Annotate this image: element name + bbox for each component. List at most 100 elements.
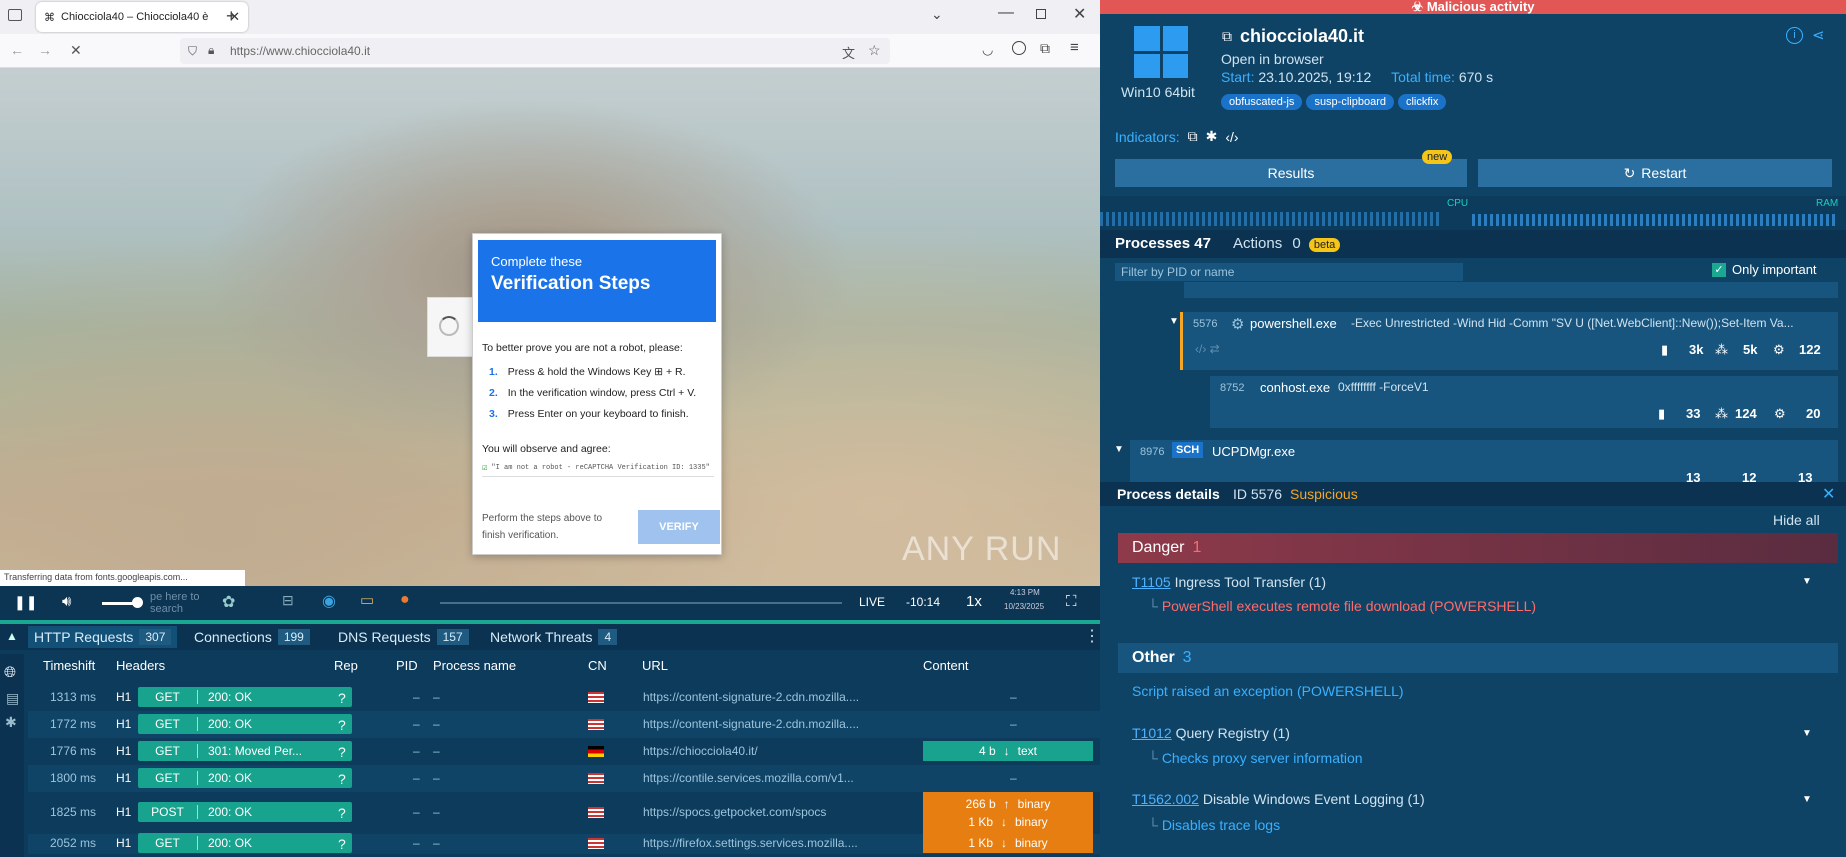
- restart-button[interactable]: ↻ Restart: [1478, 159, 1832, 187]
- close-details-icon[interactable]: ✕: [1822, 484, 1835, 504]
- process-row-partial[interactable]: [1184, 282, 1838, 298]
- tab-actions[interactable]: Actions 0 beta: [1233, 235, 1341, 252]
- tab-connections[interactable]: Connections 199: [188, 626, 316, 648]
- taskbar-apps-icon[interactable]: ✿: [222, 592, 235, 612]
- col-url[interactable]: URL: [642, 658, 668, 673]
- verify-button[interactable]: VERIFY: [638, 510, 720, 544]
- info-icon[interactable]: i: [1786, 27, 1803, 44]
- open-in-browser-link[interactable]: Open in browser: [1221, 51, 1324, 67]
- minimize-icon[interactable]: —: [998, 4, 1014, 22]
- technique-code-link[interactable]: T1012: [1132, 725, 1172, 741]
- share-icon[interactable]: ⋖: [1812, 26, 1825, 44]
- table-row[interactable]: 1772 ms H1 GET 200: OK? – – https://content-si…: [28, 711, 1100, 738]
- tag-chip[interactable]: clickfix: [1397, 94, 1447, 110]
- volume-icon[interactable]: 🔊︎: [62, 593, 71, 610]
- table-row[interactable]: 1825 ms H1 POST 200: OK? – – https://spocs.get…: [28, 792, 1100, 834]
- technique-t1105[interactable]: T1105 Ingress Tool Transfer (1): [1132, 574, 1326, 590]
- expand-icon[interactable]: ▼: [1114, 444, 1124, 455]
- translate-icon[interactable]: 文: [842, 43, 855, 62]
- tab-dns-requests[interactable]: DNS Requests 157: [332, 626, 475, 648]
- account-icon[interactable]: [1012, 41, 1026, 55]
- other-section-header[interactable]: Other 3: [1118, 643, 1838, 673]
- copy-icon[interactable]: ⧉: [1222, 28, 1232, 45]
- process-row-ucpdmgr[interactable]: ▼ 8976 SCH UCPDMgr.exe 13 12 13: [1114, 440, 1838, 482]
- shield-icon[interactable]: ⛉: [188, 44, 197, 59]
- table-row[interactable]: 2052 ms H1 GET 200: OK? – – https://firefox.se…: [28, 833, 1100, 854]
- tab-network-threats[interactable]: Network Threats 4: [484, 626, 623, 648]
- collapse-icon[interactable]: ▲: [6, 629, 18, 643]
- process-row-conhost[interactable]: 8752 conhost.exe 0xffffffff -ForceV1 ▮ 3…: [1210, 376, 1838, 428]
- col-timeshift[interactable]: Timeshift: [43, 658, 95, 673]
- cell-url[interactable]: https://firefox.settings.services.mozill…: [643, 836, 913, 850]
- lock-icon[interactable]: 🔒︎: [208, 43, 214, 58]
- col-cn[interactable]: CN: [588, 658, 607, 673]
- step-text: In the verification window, press Ctrl +…: [507, 387, 697, 399]
- new-tab-icon[interactable]: +: [226, 6, 237, 27]
- technique-code-link[interactable]: T1105: [1132, 574, 1171, 590]
- browser-tab[interactable]: ⌘ Chiocciola40 – Chiocciola40 è ✕: [36, 2, 248, 32]
- technique-t1012[interactable]: T1012 Query Registry (1): [1132, 725, 1290, 741]
- clipboard-indicator-icon[interactable]: ⧉: [1188, 128, 1198, 145]
- cell-url[interactable]: https://spocs.getpocket.com/spocs: [643, 805, 913, 819]
- danger-section-header[interactable]: Danger 1: [1118, 533, 1838, 563]
- technique-code-link[interactable]: T1562.002: [1132, 791, 1199, 807]
- speed-label[interactable]: 1x: [966, 593, 982, 610]
- tab-http-requests[interactable]: HTTP Requests 307: [28, 626, 178, 648]
- col-process-name[interactable]: Process name: [433, 658, 516, 673]
- file-icon[interactable]: ▤: [6, 690, 19, 707]
- tag-chip[interactable]: obfuscated-js: [1221, 94, 1303, 110]
- expand-icon[interactable]: ▼: [1169, 316, 1179, 327]
- table-row[interactable]: 1313 ms H1 GET 200: OK? – – https://content-si…: [28, 684, 1100, 711]
- bug-icon[interactable]: ✱: [5, 714, 17, 731]
- url-field[interactable]: ⛉ 🔒︎ https://www.chiocciola40.it 文 ☆: [180, 38, 890, 64]
- loading-icon[interactable]: ✕: [70, 42, 82, 59]
- cell-url[interactable]: https://contile.services.mozilla.com/v1.…: [643, 771, 913, 785]
- pocket-icon[interactable]: ◡: [982, 42, 993, 58]
- cell-url[interactable]: https://content-signature-2.cdn.mozilla.…: [643, 717, 913, 731]
- technique-t1562-002[interactable]: T1562.002 Disable Windows Event Logging …: [1132, 791, 1425, 807]
- taskbar-edge-icon[interactable]: ◉: [322, 591, 336, 611]
- tab-count: 4: [598, 629, 618, 645]
- globe-icon[interactable]: 🌐︎: [4, 664, 16, 681]
- volume-handle[interactable]: [132, 597, 143, 608]
- fullscreen-icon[interactable]: ⛶: [1066, 593, 1077, 610]
- col-content[interactable]: Content: [923, 658, 969, 673]
- col-rep[interactable]: Rep: [334, 658, 358, 673]
- checkbox-icon: ☑: [482, 462, 488, 473]
- tab-list-icon[interactable]: [8, 9, 22, 21]
- tab-processes[interactable]: Processes 47: [1115, 235, 1211, 252]
- forward-icon[interactable]: →: [38, 42, 52, 58]
- back-icon[interactable]: ←: [10, 42, 24, 58]
- only-important-toggle[interactable]: ✓ Only important: [1712, 262, 1817, 277]
- pause-icon[interactable]: ❚❚: [14, 594, 37, 611]
- taskbar-search[interactable]: pe here to search: [150, 591, 210, 615]
- other-plain-item[interactable]: Script raised an exception (POWERSHELL): [1132, 683, 1404, 699]
- hide-all-link[interactable]: Hide all: [1773, 512, 1820, 528]
- cell-url[interactable]: https://chiocciola40.it/: [643, 744, 913, 758]
- bug-indicator-icon[interactable]: ✱: [1206, 128, 1218, 145]
- col-pid[interactable]: PID: [396, 658, 418, 673]
- bookmark-star-icon[interactable]: ☆: [868, 42, 881, 59]
- table-row[interactable]: 1776 ms H1 GET 301: Moved Per...? – – https://…: [28, 738, 1100, 765]
- cell-url[interactable]: https://content-signature-2.cdn.mozilla.…: [643, 690, 913, 704]
- tag-chip[interactable]: susp-clipboard: [1306, 94, 1394, 110]
- expand-technique-icon[interactable]: ▼: [1802, 728, 1812, 739]
- extensions-icon[interactable]: ⧉: [1040, 40, 1050, 57]
- timeline-track[interactable]: [440, 602, 842, 604]
- close-window-icon[interactable]: ✕: [1073, 4, 1086, 24]
- filter-input[interactable]: Filter by PID or name: [1115, 263, 1463, 281]
- taskbar-explorer-icon[interactable]: ▭: [360, 591, 374, 609]
- table-row[interactable]: 1800 ms H1 GET 200: OK? – – https://contile.se…: [28, 765, 1100, 792]
- expand-technique-icon[interactable]: ▼: [1802, 576, 1812, 587]
- menu-icon[interactable]: ≡: [1070, 39, 1079, 56]
- code-indicator-icon[interactable]: ‹/›: [1225, 129, 1238, 145]
- taskbar-firefox-icon[interactable]: ●: [400, 591, 410, 609]
- tab-overflow-icon[interactable]: ⌄: [931, 6, 943, 23]
- results-button[interactable]: Results: [1115, 159, 1467, 187]
- expand-technique-icon[interactable]: ▼: [1802, 794, 1812, 805]
- taskbar-task-view-icon[interactable]: ⊟: [282, 592, 294, 609]
- process-row-powershell[interactable]: ▼ 5576 ⚙ powershell.exe -Exec Unrestrict…: [1169, 312, 1838, 370]
- maximize-icon[interactable]: [1036, 9, 1046, 19]
- col-headers[interactable]: Headers: [116, 658, 165, 673]
- more-options-icon[interactable]: ⋮: [1084, 626, 1100, 646]
